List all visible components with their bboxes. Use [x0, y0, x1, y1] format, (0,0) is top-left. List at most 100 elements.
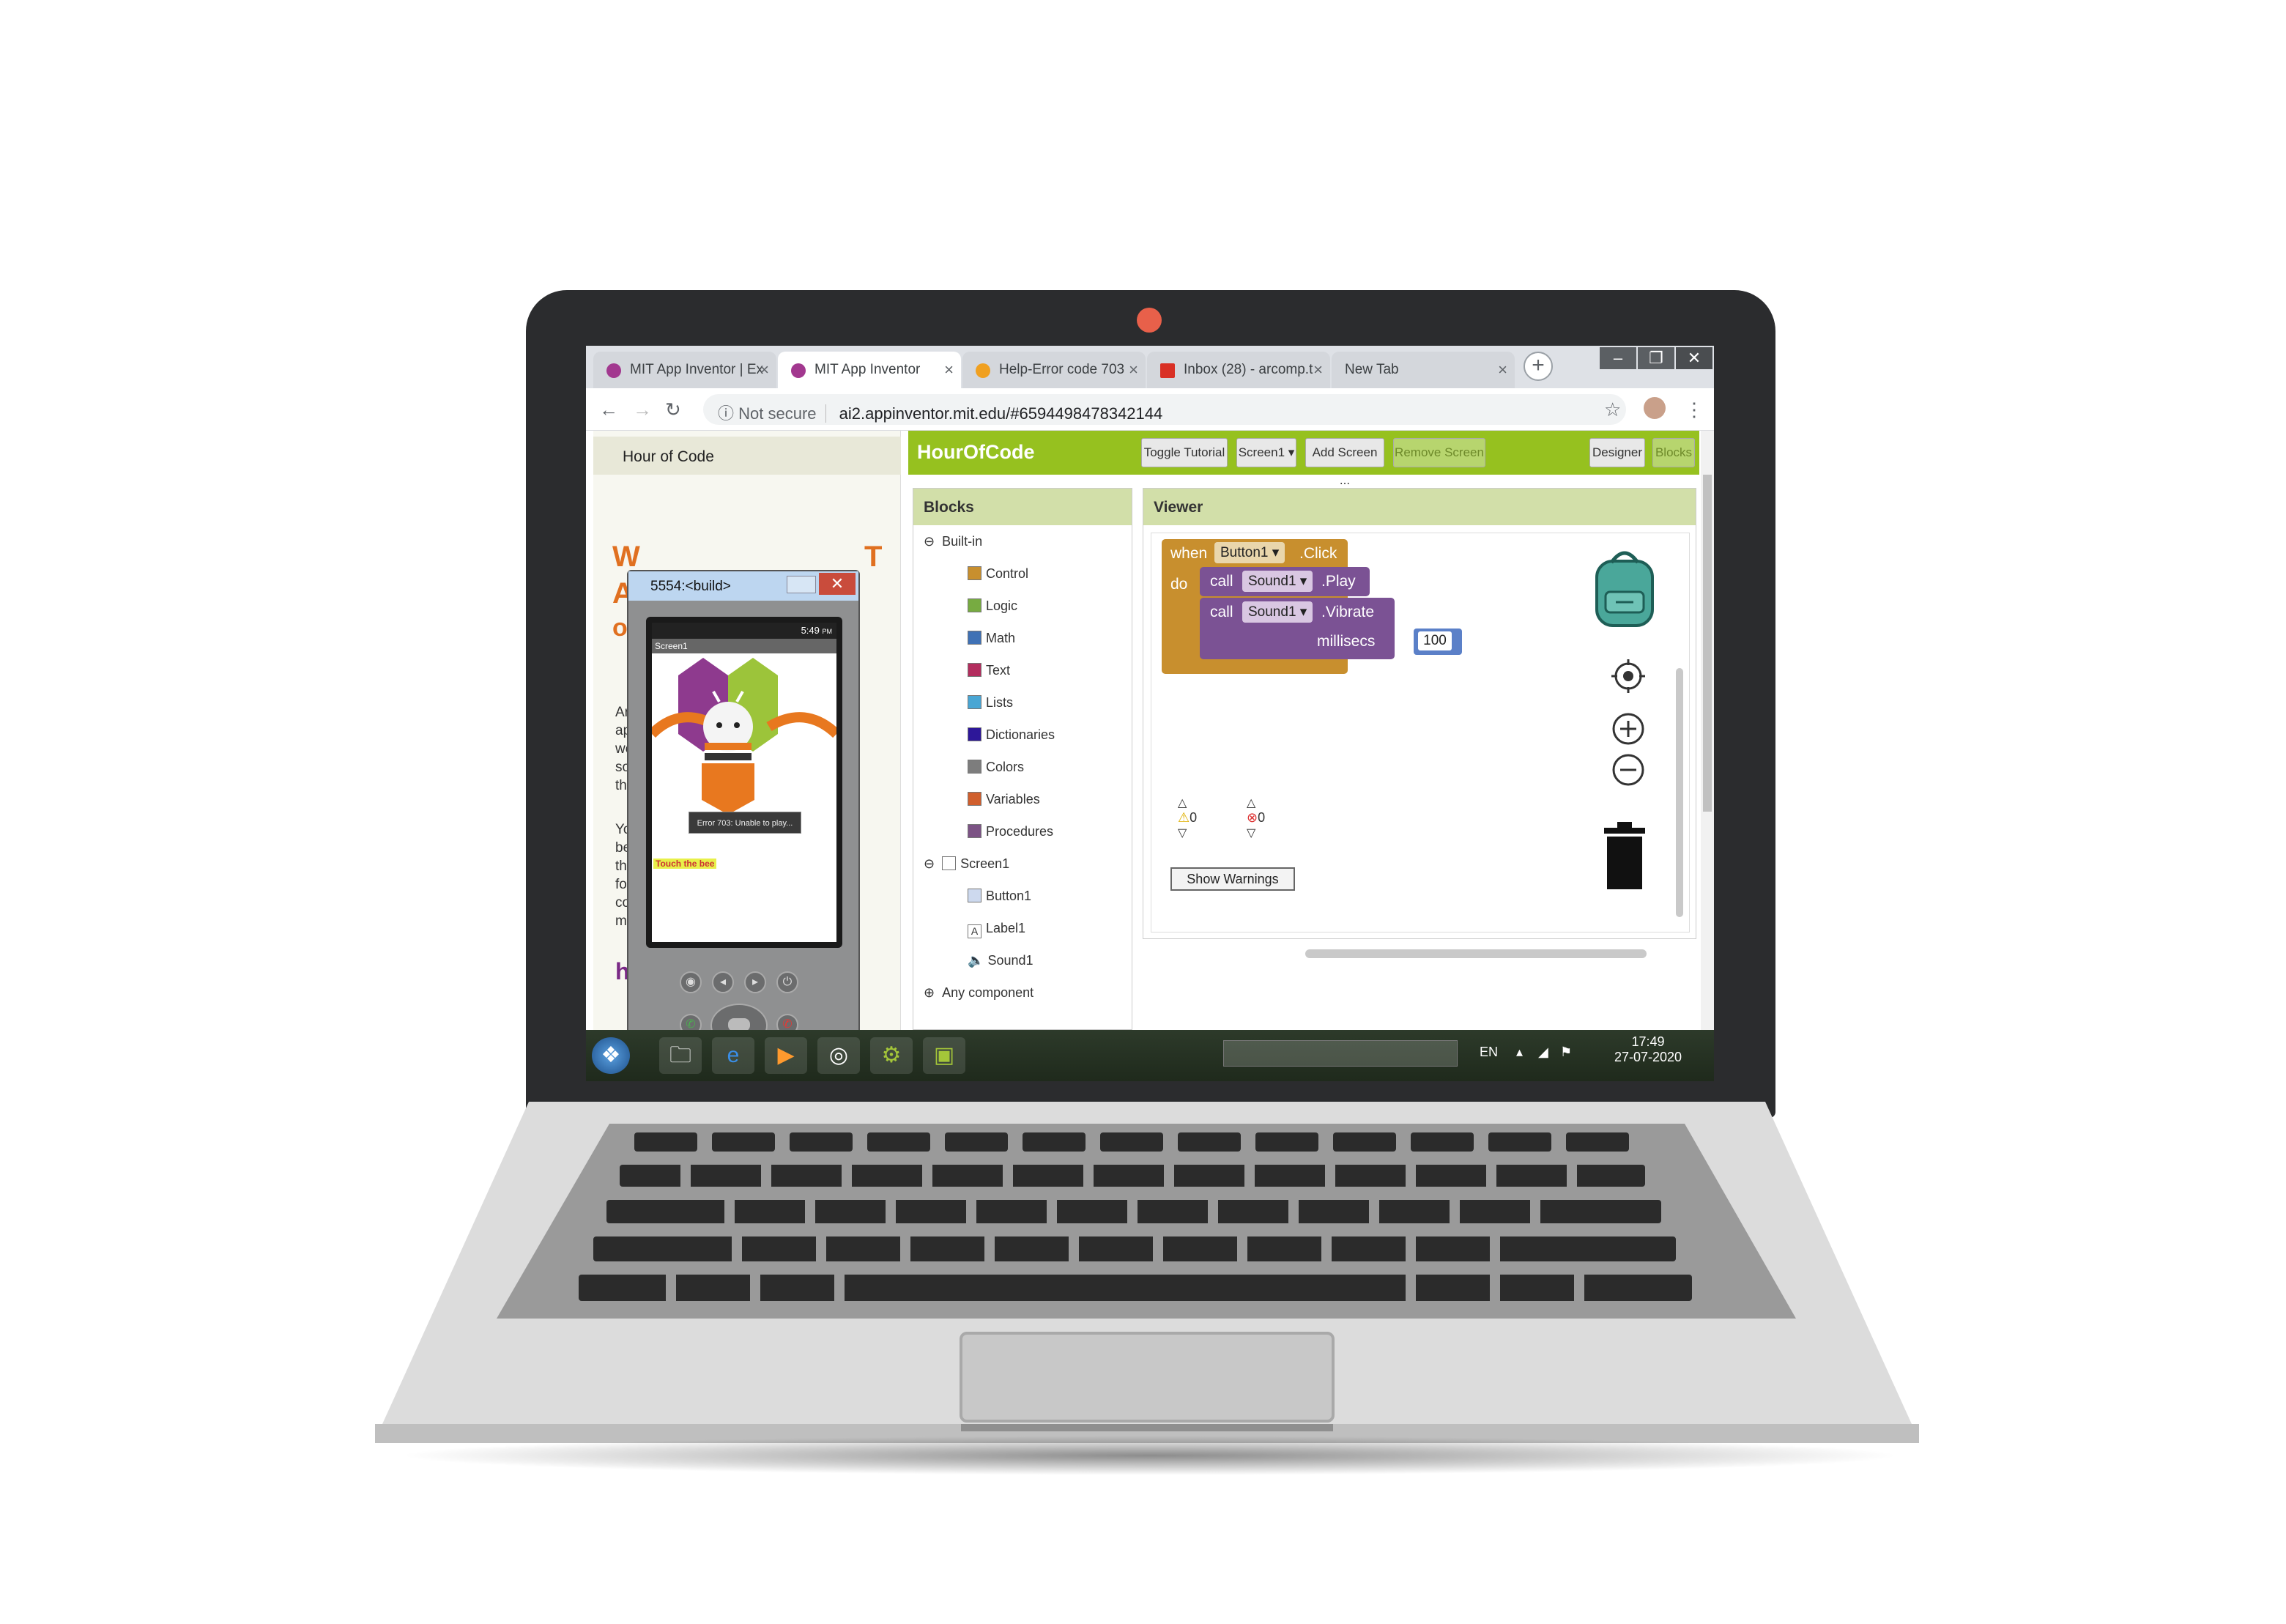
android-sdk-icon[interactable]: ⚙ [870, 1037, 913, 1074]
chrome-icon[interactable]: ◎ [817, 1037, 860, 1074]
language-bar[interactable] [1223, 1040, 1458, 1067]
tree-item-colors[interactable]: Colors [968, 760, 1024, 775]
sound-play-call-block[interactable]: call Sound1 ▾ .Play [1200, 567, 1370, 596]
emulator-minimize-icon[interactable] [787, 576, 816, 593]
help-favicon-icon [976, 363, 990, 378]
zoom-out-icon[interactable] [1611, 753, 1645, 787]
bookmark-star-icon[interactable]: ☆ [1604, 398, 1621, 421]
warnings-indicator[interactable]: △ ⚠0 ▽ [1178, 796, 1197, 840]
close-icon[interactable]: × [1313, 360, 1323, 379]
back-arrow-icon[interactable]: ← [599, 398, 618, 421]
page-scrollbar[interactable] [1701, 431, 1714, 1030]
colors-swatch-icon [968, 760, 981, 774]
show-warnings-button[interactable]: Show Warnings [1170, 867, 1295, 891]
screen-select-dropdown[interactable]: Screen1 ▾ [1236, 438, 1296, 467]
screen1-node[interactable]: ⊖ Screen1 [924, 856, 1009, 872]
tab-help-error-703[interactable]: Help-Error code 703 × [962, 352, 1146, 388]
remove-screen-button[interactable]: Remove Screen [1393, 438, 1485, 467]
profile-avatar[interactable] [1644, 397, 1666, 419]
number-value[interactable]: 100 [1418, 631, 1452, 650]
start-button-icon[interactable]: ❖ [592, 1037, 630, 1074]
power-key-icon[interactable]: ⏻ [776, 971, 798, 993]
tree-item-sound1[interactable]: 🔈 Sound1 [968, 953, 1033, 968]
builtin-node[interactable]: ⊖ Built-in [924, 534, 982, 549]
camera-key-icon[interactable]: ◉ [680, 971, 702, 993]
toggle-tutorial-button[interactable]: Toggle Tutorial [1141, 438, 1228, 467]
volume-up-key-icon[interactable]: ▸ [744, 971, 766, 993]
horizontal-scrollbar[interactable] [1305, 949, 1647, 958]
add-screen-button[interactable]: Add Screen ... [1305, 438, 1384, 487]
minimize-icon[interactable]: – [1600, 347, 1636, 369]
error-x-icon: ⊗ [1247, 810, 1258, 825]
error-next-arrow-icon[interactable]: ▽ [1247, 826, 1265, 840]
media-player-icon[interactable]: ▶ [765, 1037, 807, 1074]
event-component-dropdown[interactable]: Button1 ▾ [1214, 542, 1285, 563]
tab-mit-app-inventor-ex[interactable]: MIT App Inventor | Ex × [593, 352, 776, 388]
tab-new-tab[interactable]: New Tab × [1332, 352, 1515, 388]
clock[interactable]: 17:49 27-07-2020 [1604, 1034, 1692, 1078]
sound-vibrate-call-block[interactable]: call Sound1 ▾ .Vibrate millisecs [1200, 598, 1395, 659]
collapse-icon[interactable]: ⊖ [924, 856, 935, 871]
number-block[interactable]: 100 [1414, 629, 1462, 655]
close-icon[interactable]: × [944, 360, 954, 379]
laptop-screen: MIT App Inventor | Ex × MIT App Inventor… [586, 346, 1714, 1081]
network-signal-icon[interactable]: ◢ [1538, 1045, 1548, 1081]
window-close-icon[interactable]: ✕ [1676, 347, 1712, 369]
tree-item-lists[interactable]: Lists [968, 695, 1013, 711]
kebab-menu-icon[interactable]: ⋮ [1685, 398, 1704, 421]
tree-item-control[interactable]: Control [968, 566, 1028, 582]
reload-icon[interactable]: ↻ [665, 398, 681, 421]
play-component-dropdown[interactable]: Sound1 ▾ [1242, 571, 1313, 592]
page-scroll-thumb[interactable] [1703, 475, 1712, 812]
url-omnibox[interactable]: ⓘ Not secure ai2.appinventor.mit.edu/#65… [703, 394, 1626, 425]
tree-item-variables[interactable]: Variables [968, 792, 1040, 807]
collapse-icon[interactable]: ⊖ [924, 534, 935, 549]
restore-icon[interactable]: ❐ [1638, 347, 1674, 369]
close-icon[interactable]: × [1129, 360, 1138, 379]
tray-chevron-icon[interactable]: ▴ [1516, 1045, 1523, 1081]
blocks-workspace[interactable]: when Button1 ▾ .Click do call Sound1 ▾ .… [1151, 533, 1690, 958]
internet-explorer-icon[interactable]: e [712, 1037, 754, 1074]
recenter-icon[interactable] [1611, 659, 1645, 693]
zoom-in-icon[interactable] [1611, 712, 1645, 746]
volume-icon[interactable]: ⚑ [1560, 1045, 1572, 1081]
expand-icon[interactable]: ⊕ [924, 985, 935, 1000]
tree-item-text[interactable]: Text [968, 663, 1010, 678]
security-indicator[interactable]: ⓘ Not secure [718, 404, 826, 423]
warning-prev-arrow-icon[interactable]: △ [1178, 796, 1197, 810]
vertical-scrollbar[interactable] [1676, 668, 1683, 917]
tab-gmail-inbox[interactable]: Inbox (28) - arcomp.t × [1147, 352, 1330, 388]
error-prev-arrow-icon[interactable]: △ [1247, 796, 1265, 810]
tab-mit-app-inventor[interactable]: MIT App Inventor × [778, 352, 961, 388]
logic-swatch-icon [968, 598, 981, 612]
dictionaries-swatch-icon [968, 727, 981, 741]
tree-item-dictionaries[interactable]: Dictionaries [968, 727, 1055, 743]
blocks-button[interactable]: Blocks [1652, 438, 1695, 467]
tree-item-label1[interactable]: A Label1 [968, 921, 1025, 938]
backpack-icon[interactable] [1589, 546, 1660, 629]
tree-item-logic[interactable]: Logic [968, 598, 1017, 614]
emulator-screen[interactable]: 5:49 PM Screen1 Error 703: Unable to pla… [652, 623, 836, 942]
tree-item-button1[interactable]: Button1 [968, 889, 1031, 904]
designer-button[interactable]: Designer [1589, 438, 1645, 467]
tree-item-procedures[interactable]: Procedures [968, 824, 1053, 839]
android-emulator-taskbar-icon[interactable]: ▣ [923, 1037, 965, 1074]
tutorial-heading-fragment-1: W [612, 541, 640, 573]
emulator-phone-frame: 5:49 PM Screen1 Error 703: Unable to pla… [646, 617, 842, 948]
errors-indicator[interactable]: △ ⊗0 ▽ [1247, 796, 1265, 840]
volume-down-key-icon[interactable]: ◂ [712, 971, 734, 993]
close-icon[interactable]: × [1498, 360, 1507, 379]
android-emulator-window[interactable]: 5554:<build> ✕ 5:49 PM Screen1 Error 703… [627, 570, 860, 1081]
emulator-close-icon[interactable]: ✕ [819, 573, 856, 595]
new-tab-plus-icon[interactable]: + [1524, 352, 1553, 381]
language-indicator[interactable]: EN [1480, 1045, 1498, 1081]
any-component-node[interactable]: ⊕ Any component [924, 985, 1033, 1001]
forward-arrow-icon[interactable]: → [633, 398, 652, 421]
warning-next-arrow-icon[interactable]: ▽ [1178, 826, 1197, 840]
trash-icon[interactable] [1601, 820, 1648, 891]
file-explorer-icon[interactable]: 🗀 [659, 1037, 702, 1074]
tree-item-math[interactable]: Math [968, 631, 1015, 646]
close-icon[interactable]: × [760, 360, 769, 379]
vibrate-component-dropdown[interactable]: Sound1 ▾ [1242, 601, 1313, 623]
play-method: .Play [1321, 573, 1356, 590]
